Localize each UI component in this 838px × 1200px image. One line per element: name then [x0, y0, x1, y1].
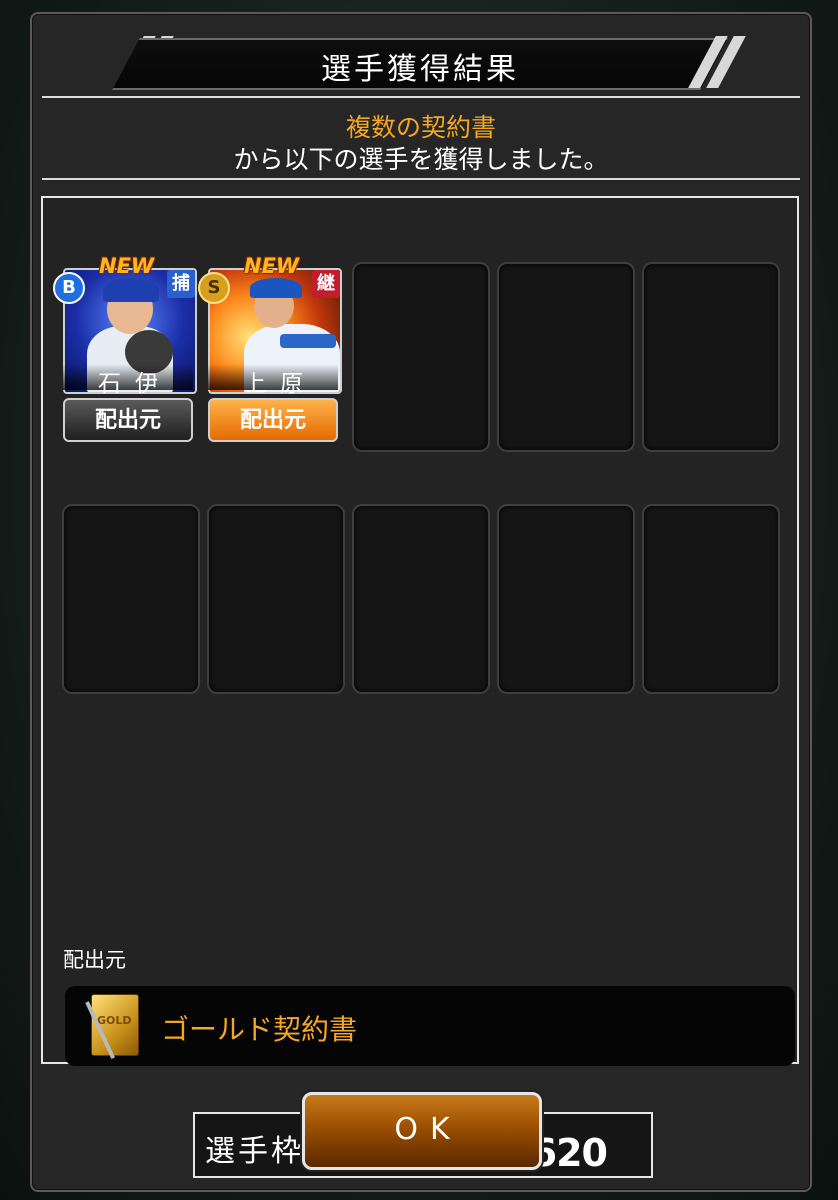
player-card-1[interactable]: NEW B 捕 石伊 配出元 — [53, 254, 197, 446]
empty-slot — [642, 504, 780, 694]
empty-slot — [497, 504, 635, 694]
source-button[interactable]: 配出元 — [208, 398, 338, 442]
player-cap — [103, 278, 159, 302]
empty-slot — [207, 504, 345, 694]
position-badge: 捕 — [167, 270, 195, 298]
ok-button[interactable]: OK — [302, 1092, 542, 1170]
players-panel: NEW B 捕 石伊 配出元 NEW S 継 上原 配出元 配出元 GOLD ゴ… — [41, 196, 799, 1178]
source-item-row: GOLD ゴールド契約書 — [65, 986, 795, 1066]
divider-bottom — [42, 178, 800, 180]
uniform-lettering — [280, 334, 336, 348]
source-section-label: 配出元 — [63, 948, 126, 972]
empty-slot — [642, 262, 780, 452]
player-cap — [250, 278, 302, 298]
divider-top — [42, 96, 800, 98]
empty-slot — [352, 504, 490, 694]
source-item-name: ゴールド契約書 — [161, 1013, 358, 1046]
gold-contract-icon: GOLD — [85, 994, 139, 1060]
empty-slot — [352, 262, 490, 452]
source-button[interactable]: 配出元 — [63, 398, 193, 442]
new-badge: NEW — [244, 254, 300, 278]
empty-slot — [497, 262, 635, 452]
player-name: 上原 — [208, 364, 338, 397]
player-card-2[interactable]: NEW S 継 上原 配出元 — [198, 254, 342, 446]
dialog-title: 選手獲得結果 — [321, 52, 519, 87]
rank-badge: B — [53, 272, 85, 304]
title-bar: 選手獲得結果 — [42, 36, 798, 90]
empty-slot — [62, 504, 200, 694]
new-badge: NEW — [99, 254, 155, 278]
gold-icon-text: GOLD — [97, 1014, 132, 1027]
message-highlight: 複数の契約書 — [345, 113, 496, 142]
position-badge: 継 — [312, 270, 340, 298]
player-name: 石伊 — [63, 364, 193, 397]
rank-badge: S — [198, 272, 230, 304]
message-text: から以下の選手を獲得しました。 — [233, 145, 609, 174]
result-dialog: 選手獲得結果 複数の契約書 から以下の選手を獲得しました。 NEW B 捕 石伊… — [30, 12, 812, 1192]
